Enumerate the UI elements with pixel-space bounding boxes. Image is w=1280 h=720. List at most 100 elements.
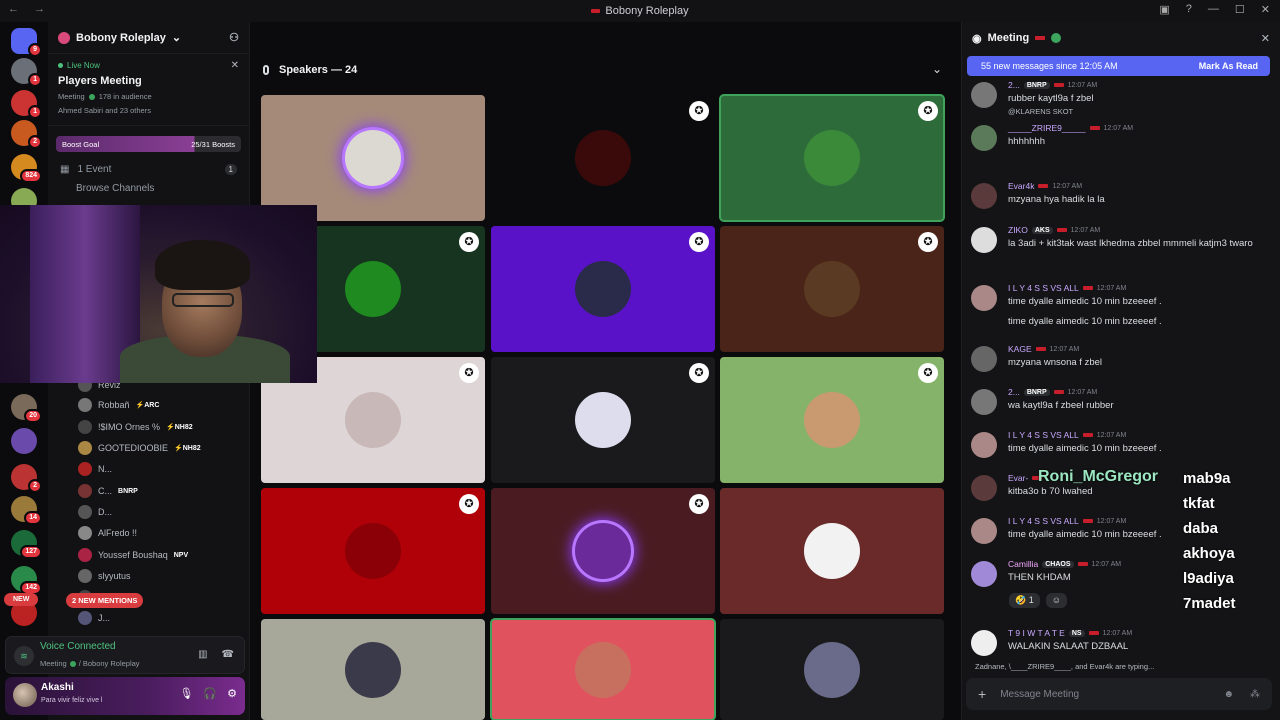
server-icon[interactable]: 2 (11, 464, 42, 493)
add-member-icon[interactable]: ⚇ (229, 31, 239, 44)
events-item[interactable]: ▦ 1 Event 1 (48, 158, 249, 181)
server-icon[interactable]: 142 (11, 566, 42, 595)
speaker-tile[interactable]: ✪ (491, 226, 715, 352)
server-icon[interactable]: 9 (11, 28, 42, 57)
author-name[interactable]: I L Y 4 S S VS ALL (1008, 516, 1079, 526)
new-messages-bar[interactable]: 55 new messages since 12:05 AM Mark As Re… (967, 56, 1270, 76)
avatar[interactable] (971, 389, 997, 415)
avatar[interactable] (971, 125, 997, 151)
avatar[interactable] (13, 683, 37, 707)
emoji-icon[interactable]: ☻ (1223, 689, 1234, 700)
window-controls[interactable]: ▣ ? — ☐ ✕ (1159, 3, 1270, 16)
avatar[interactable] (971, 285, 997, 311)
reaction-laugh[interactable]: 🤣 1 (1009, 593, 1040, 608)
avatar[interactable] (971, 432, 997, 458)
speaker-tile[interactable]: ✪ (491, 95, 715, 221)
author-name[interactable]: 2... (1008, 387, 1020, 397)
nav-arrows[interactable]: ← → (8, 3, 51, 15)
disconnect-icon[interactable]: ☎ (222, 649, 234, 660)
message-input[interactable]: + Message Meeting ☻ ⁂ (966, 678, 1272, 710)
author-name[interactable]: KAGE (1008, 344, 1032, 354)
mute-icon[interactable]: 🎙 (179, 687, 193, 700)
speaker-tile[interactable] (261, 619, 485, 720)
add-reaction-icon[interactable]: ☺ (1045, 593, 1067, 608)
server-icon[interactable]: 2 (11, 120, 42, 149)
member-item[interactable]: Youssef Boushaq NPV (78, 548, 188, 562)
speaker-tile[interactable]: ✪ (491, 357, 715, 483)
new-mentions-pill[interactable]: 2 NEW MENTIONS (66, 593, 144, 608)
member-item[interactable]: D... (78, 505, 112, 519)
server-icon[interactable] (11, 428, 37, 454)
inbox-icon[interactable]: ▣ (1159, 3, 1169, 16)
minimize-icon[interactable]: — (1208, 3, 1219, 16)
speaker-tile[interactable]: ✪ (491, 488, 715, 614)
chat-message[interactable]: I L Y 4 S S VS ALL 12:07 AM time dyalle ai… (971, 430, 1271, 470)
live-stage-card[interactable]: Live Now ✕ Players Meeting Meeting 178 in … (48, 54, 249, 126)
author-name[interactable]: Camillia (1008, 559, 1038, 569)
author-name[interactable]: _____ZRIRE9_____ (1008, 123, 1086, 133)
mark-as-read-button[interactable]: Mark As Read (1199, 61, 1258, 71)
close-icon[interactable]: ✕ (1261, 32, 1270, 45)
avatar[interactable] (971, 630, 997, 656)
author-name[interactable]: Evar- (1008, 473, 1028, 483)
add-icon[interactable]: + (978, 686, 986, 702)
close-window-icon[interactable]: ✕ (1261, 3, 1270, 16)
member-item[interactable]: C... BNRP (78, 484, 138, 498)
signal-icon[interactable]: ≋ (14, 646, 34, 666)
speaker-tile[interactable] (261, 95, 485, 221)
boost-goal[interactable]: Boost Goal 25/31 Boosts (56, 136, 241, 152)
server-icon[interactable]: 14 (11, 496, 42, 525)
speaker-tile[interactable]: ✪ (719, 94, 945, 222)
chat-message[interactable]: 2... BNRP 12:07 AM wa kaytl9a f zbeel rubbe… (971, 387, 1271, 427)
reply-reference[interactable]: @KLARENS SKOT (1008, 107, 1073, 116)
author-name[interactable]: T 9 I W T A T E (1008, 628, 1065, 638)
soundboard-icon[interactable]: ▥ (198, 649, 207, 660)
avatar[interactable] (971, 227, 997, 253)
speaker-tile[interactable] (720, 619, 944, 720)
chat-message[interactable]: _____ZRIRE9_____ 12:07 AM hhhhhhh @KLARENS … (971, 107, 1271, 163)
help-icon[interactable]: ? (1186, 3, 1192, 16)
member-item[interactable]: N... (78, 462, 112, 476)
member-item[interactable]: GOOTEDIOOBIE ⚡NH82 (78, 441, 201, 455)
avatar[interactable] (971, 518, 997, 544)
avatar[interactable] (971, 475, 997, 501)
chat-message[interactable]: KAGE 12:07 AM mzyana wnsona f zbel (971, 344, 1271, 384)
server-icon[interactable]: 1 (11, 90, 42, 119)
avatar[interactable] (971, 183, 997, 209)
apps-icon[interactable]: ⁂ (1250, 689, 1260, 700)
author-name[interactable]: ZIKO (1008, 225, 1028, 235)
headphones-icon[interactable]: 🎧 (203, 687, 217, 700)
chat-message[interactable]: ZIKO AKS 12:07 AM la 3adi + kit3tak wast lk… (971, 225, 1271, 265)
avatar[interactable] (971, 346, 997, 372)
speaker-tile[interactable] (490, 618, 716, 720)
maximize-icon[interactable]: ☐ (1235, 3, 1245, 16)
speaker-tile[interactable]: ✪ (720, 226, 944, 352)
server-icon[interactable]: 1 (11, 58, 42, 87)
browse-channels[interactable]: Browse Channels (48, 181, 249, 196)
member-item[interactable]: !$IMO Ornes % ⚡NH82 (78, 420, 193, 434)
member-item[interactable]: Robbañ ⚡ARC (78, 398, 159, 412)
author-name[interactable]: Evar4k (1008, 181, 1034, 191)
author-name[interactable]: 2... (1008, 80, 1020, 90)
new-server-pill[interactable]: NEW (4, 593, 39, 606)
server-icon[interactable]: 824 (11, 154, 42, 183)
close-icon[interactable]: ✕ (231, 60, 239, 71)
chat-message[interactable]: Evar4k 12:07 AM mzyana hya hadik la la (971, 181, 1271, 221)
server-header[interactable]: Bobony Roleplay ⌄ ⚇ (48, 22, 249, 54)
speaker-tile[interactable]: ✪ (261, 488, 485, 614)
avatar[interactable] (971, 82, 997, 108)
speaker-tile[interactable] (720, 488, 944, 614)
member-item[interactable]: AlFredo !! (78, 526, 137, 540)
speaker-tile[interactable]: ✪ (720, 357, 944, 483)
avatar[interactable] (971, 561, 997, 587)
author-name[interactable]: I L Y 4 S S VS ALL (1008, 430, 1079, 440)
author-name[interactable]: I L Y 4 S S VS ALL (1008, 283, 1079, 293)
member-item[interactable]: slyyutus (78, 569, 131, 583)
gear-icon[interactable]: ⚙ (227, 687, 237, 700)
member-item[interactable]: J... (78, 611, 110, 625)
voice-status[interactable]: Voice Connected (40, 641, 116, 652)
server-icon[interactable]: 127 (11, 530, 42, 559)
chat-message[interactable]: I L Y 4 S S VS ALL 12:07 AM time dyalle ai… (971, 283, 1271, 327)
server-icon[interactable]: 20 (11, 394, 42, 423)
chevron-down-icon[interactable]: ⌄ (932, 62, 942, 76)
